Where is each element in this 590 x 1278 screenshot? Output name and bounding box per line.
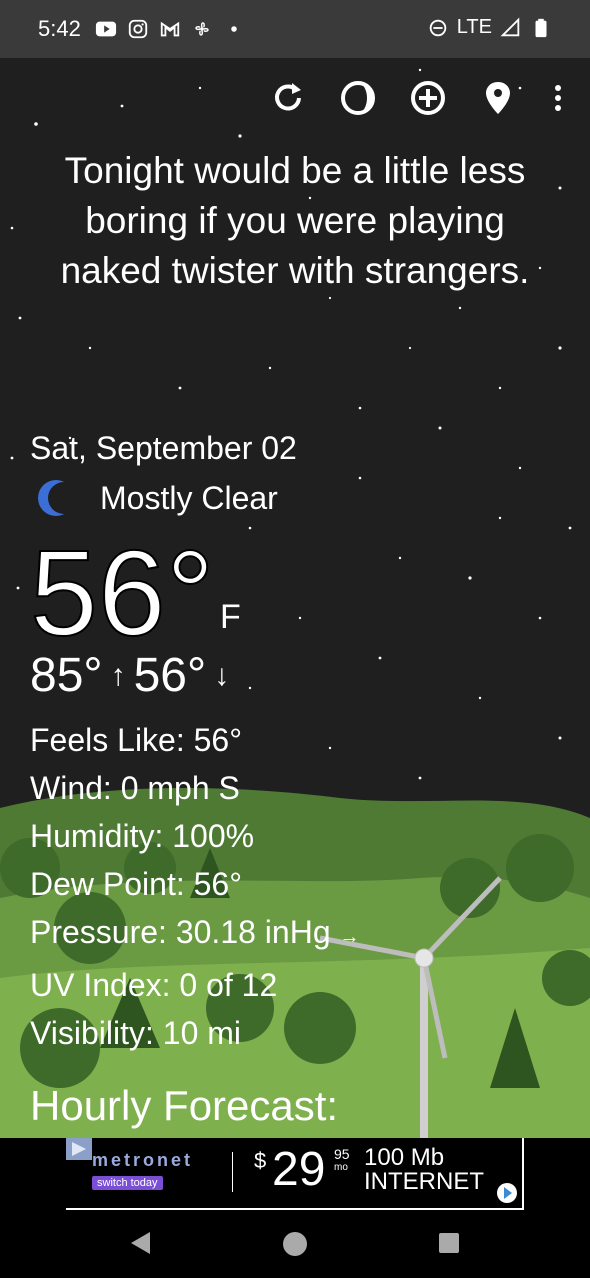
high-temp: 85° xyxy=(30,649,103,702)
condition-row: Mostly Clear xyxy=(36,478,278,518)
low-temp: 56° xyxy=(133,649,207,702)
ad-content[interactable]: metronet switch today $ 29 95 mo 100 Mb … xyxy=(66,1138,524,1210)
battery-icon xyxy=(535,18,547,37)
weather-headline: Tonight would be a little less boring if… xyxy=(60,150,530,291)
gmail-icon xyxy=(160,21,180,37)
temperature-unit: F xyxy=(220,598,241,636)
ad-price: 29 xyxy=(272,1143,326,1196)
signal-icon xyxy=(500,17,520,36)
ad-play-icon xyxy=(66,1138,92,1160)
youtube-icon xyxy=(95,21,117,37)
pressure-row: Pressure: 30.18 inHg → xyxy=(30,908,360,961)
status-time: 5:42 xyxy=(38,16,81,41)
high-low-row: 85° ↑ 56° ↓ xyxy=(30,648,229,703)
ad-brand: metronet xyxy=(92,1150,194,1170)
ad-price-period: mo xyxy=(334,1162,348,1173)
feels-like: Feels Like: 56° xyxy=(30,722,243,758)
uv-index: UV Index: 0 of 12 xyxy=(30,967,278,1003)
ad-divider xyxy=(232,1152,233,1192)
weather-app: Tonight would be a little less boring if… xyxy=(0,58,590,1138)
navigation-bar xyxy=(0,1210,590,1278)
down-arrow-icon: ↓ xyxy=(214,658,230,692)
instagram-icon xyxy=(128,19,148,39)
back-icon[interactable] xyxy=(128,1230,154,1256)
toolbar xyxy=(268,78,578,122)
more-vert-icon[interactable] xyxy=(538,78,578,118)
status-right: LTE xyxy=(427,16,552,39)
notification-icons xyxy=(95,18,245,40)
recents-icon[interactable] xyxy=(437,1231,461,1255)
current-temperature: 56° xyxy=(29,525,215,661)
home-icon[interactable] xyxy=(281,1230,309,1258)
refresh-icon[interactable] xyxy=(268,78,308,118)
ad-banner[interactable]: metronet switch today $ 29 95 mo 100 Mb … xyxy=(0,1138,590,1210)
crescent-moon-icon xyxy=(38,480,76,516)
forecast-date: Sat, September 02 xyxy=(30,430,297,466)
status-bar: 5:42 LTE xyxy=(0,0,590,58)
add-location-icon[interactable] xyxy=(408,78,448,118)
ad-price-cents: 95 xyxy=(334,1146,350,1162)
ad-speed-line1: 100 Mb xyxy=(364,1144,445,1171)
condition-text: Mostly Clear xyxy=(100,479,278,516)
adchoices-icon[interactable] xyxy=(496,1182,518,1204)
wind: Wind: 0 mph S xyxy=(30,770,240,806)
ad-cta: switch today xyxy=(92,1176,163,1190)
pressure-trend-icon: → xyxy=(339,926,360,948)
visibility: Visibility: 10 mi xyxy=(30,1015,242,1051)
moon-phase-icon[interactable] xyxy=(338,78,378,118)
network-type: LTE xyxy=(456,16,492,38)
pinwheel-icon xyxy=(195,22,209,36)
dot-icon xyxy=(231,26,237,32)
pressure: Pressure: 30.18 inHg xyxy=(30,914,331,950)
ad-price-dollar: $ xyxy=(254,1148,267,1173)
ad-speed: 100 Mb INTERNET xyxy=(364,1146,484,1194)
humidity: Humidity: 100% xyxy=(30,818,255,854)
location-pin-icon[interactable] xyxy=(478,78,518,118)
dew-point: Dew Point: 56° xyxy=(30,866,243,902)
do-not-disturb-icon xyxy=(429,19,447,36)
weather-details: Feels Like: 56° Wind: 0 mph S Humidity: … xyxy=(30,716,360,1057)
ad-speed-line2: INTERNET xyxy=(364,1168,484,1195)
hourly-forecast-title: Hourly Forecast: xyxy=(30,1082,339,1129)
up-arrow-icon: ↑ xyxy=(110,658,126,692)
